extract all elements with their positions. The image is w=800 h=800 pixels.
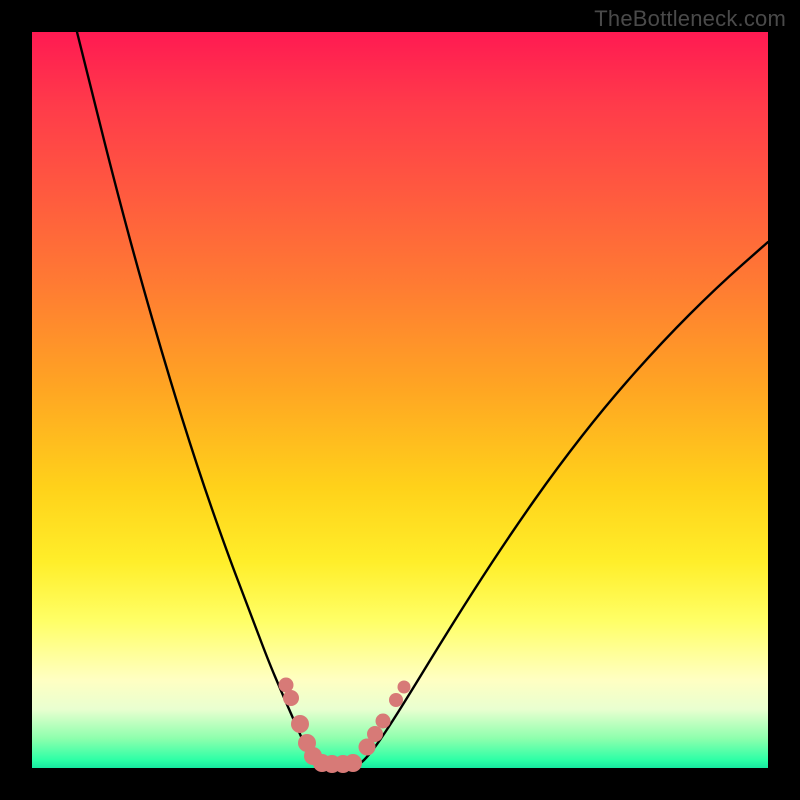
curve-left-curve bbox=[77, 32, 322, 767]
right-dot-5 bbox=[398, 681, 411, 694]
watermark-text: TheBottleneck.com bbox=[594, 6, 786, 32]
curve-right-curve bbox=[354, 242, 768, 767]
floor-dot-4 bbox=[344, 754, 362, 772]
curves-group bbox=[77, 32, 768, 768]
right-dot-3 bbox=[376, 714, 391, 729]
left-dot-2 bbox=[283, 690, 299, 706]
left-dot-3 bbox=[291, 715, 309, 733]
right-dot-4 bbox=[389, 693, 403, 707]
chart-svg-layer bbox=[32, 32, 768, 768]
right-dot-2 bbox=[367, 726, 383, 742]
chart-frame: TheBottleneck.com bbox=[0, 0, 800, 800]
